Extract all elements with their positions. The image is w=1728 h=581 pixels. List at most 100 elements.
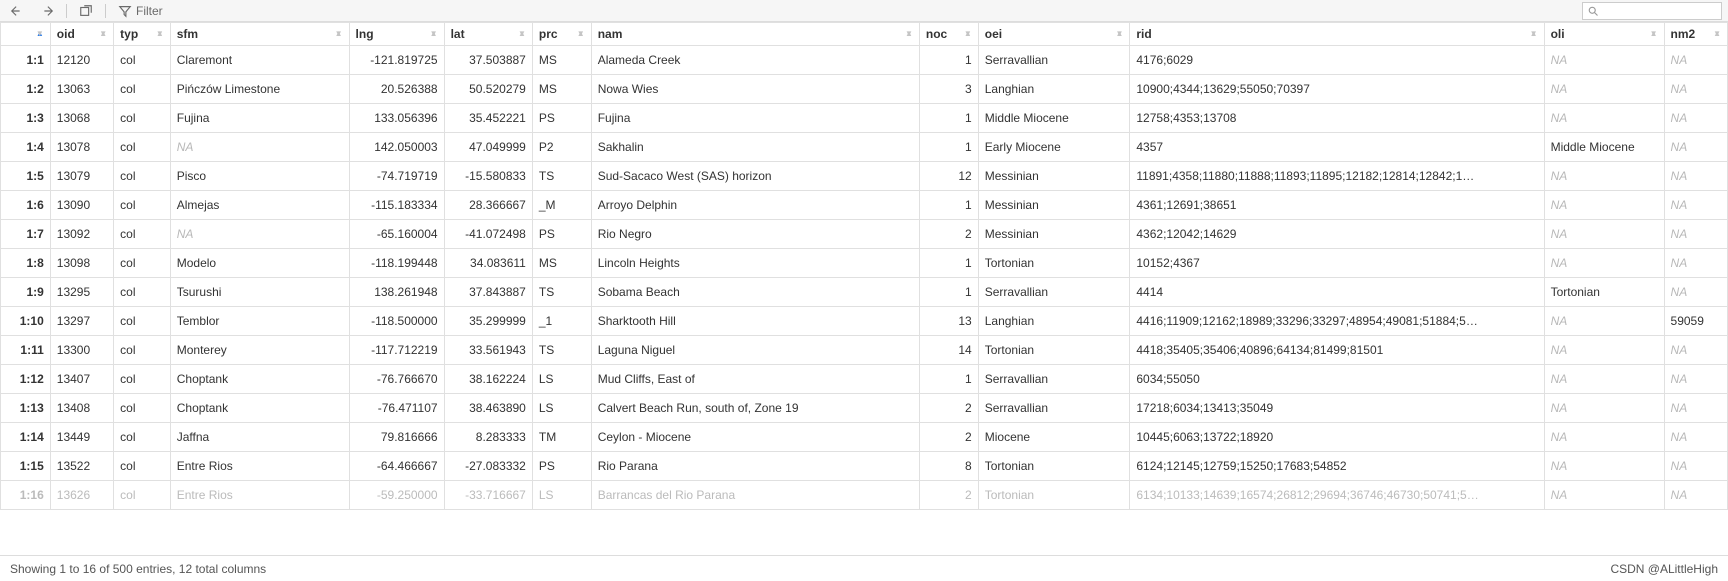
- column-header-typ[interactable]: typ▲▼: [114, 23, 171, 46]
- column-header-oli[interactable]: oli▲▼: [1544, 23, 1664, 46]
- table-row[interactable]: 1:1313408colChoptank-76.47110738.463890L…: [1, 394, 1728, 423]
- cell-lng: -76.766670: [349, 365, 444, 394]
- cell-rownum: 1:2: [1, 75, 51, 104]
- column-header-lng[interactable]: lng▲▼: [349, 23, 444, 46]
- table-row[interactable]: 1:713092colNA-65.160004-41.072498PSRio N…: [1, 220, 1728, 249]
- column-header-lat[interactable]: lat▲▼: [444, 23, 532, 46]
- cell-typ: col: [114, 394, 171, 423]
- cell-sfm: Pisco: [170, 162, 349, 191]
- cell-noc: 1: [919, 104, 978, 133]
- cell-noc: 1: [919, 365, 978, 394]
- cell-oei: Miocene: [978, 423, 1130, 452]
- cell-oei: Serravallian: [978, 394, 1130, 423]
- cell-nm2: NA: [1664, 423, 1727, 452]
- cell-nm2: NA: [1664, 104, 1727, 133]
- column-label: prc: [539, 27, 558, 41]
- cell-oli: NA: [1544, 481, 1664, 510]
- cell-typ: col: [114, 278, 171, 307]
- table-row[interactable]: 1:1413449colJaffna79.8166668.283333TMCey…: [1, 423, 1728, 452]
- column-header-oei[interactable]: oei▲▼: [978, 23, 1130, 46]
- search-box[interactable]: [1582, 2, 1722, 20]
- cell-sfm: Fujina: [170, 104, 349, 133]
- status-bar: Showing 1 to 16 of 500 entries, 12 total…: [0, 555, 1728, 581]
- column-header-prc[interactable]: prc▲▼: [532, 23, 591, 46]
- cell-rid: 4418;35405;35406;40896;64134;81499;81501: [1130, 336, 1544, 365]
- column-header-nam[interactable]: nam▲▼: [591, 23, 919, 46]
- cell-rownum: 1:11: [1, 336, 51, 365]
- cell-noc: 12: [919, 162, 978, 191]
- popout-button[interactable]: [75, 2, 97, 20]
- cell-typ: col: [114, 249, 171, 278]
- table-row[interactable]: 1:112120colClaremont-121.81972537.503887…: [1, 46, 1728, 75]
- table-row[interactable]: 1:313068colFujina133.05639635.452221PSFu…: [1, 104, 1728, 133]
- cell-nam: Sharktooth Hill: [591, 307, 919, 336]
- cell-rid: 11891;4358;11880;11888;11893;11895;12182…: [1130, 162, 1544, 191]
- arrow-left-icon: [10, 4, 24, 18]
- column-label: oli: [1551, 27, 1565, 41]
- nav-back-button[interactable]: [6, 2, 28, 20]
- table-row[interactable]: 1:613090colAlmejas-115.18333428.366667_M…: [1, 191, 1728, 220]
- cell-noc: 1: [919, 133, 978, 162]
- table-row[interactable]: 1:1613626colEntre Rios-59.250000-33.7166…: [1, 481, 1728, 510]
- table-row[interactable]: 1:513079colPisco-74.719719-15.580833TSSu…: [1, 162, 1728, 191]
- table-row[interactable]: 1:1213407colChoptank-76.76667038.162224L…: [1, 365, 1728, 394]
- table-row[interactable]: 1:1013297colTemblor-118.50000035.299999_…: [1, 307, 1728, 336]
- cell-rownum: 1:3: [1, 104, 51, 133]
- cell-lng: -118.500000: [349, 307, 444, 336]
- filter-button[interactable]: Filter: [114, 2, 167, 20]
- cell-nam: Arroyo Delphin: [591, 191, 919, 220]
- cell-nm2: NA: [1664, 452, 1727, 481]
- cell-oei: Serravallian: [978, 365, 1130, 394]
- cell-typ: col: [114, 46, 171, 75]
- cell-lng: -118.199448: [349, 249, 444, 278]
- cell-lat: -33.716667: [444, 481, 532, 510]
- cell-rid: 12758;4353;13708: [1130, 104, 1544, 133]
- column-header-oid[interactable]: oid▲▼: [50, 23, 113, 46]
- cell-typ: col: [114, 75, 171, 104]
- column-header-rownum[interactable]: ▲▼: [1, 23, 51, 46]
- cell-typ: col: [114, 162, 171, 191]
- column-header-rid[interactable]: rid▲▼: [1130, 23, 1544, 46]
- cell-lat: 8.283333: [444, 423, 532, 452]
- cell-lng: -117.712219: [349, 336, 444, 365]
- cell-oei: Messinian: [978, 162, 1130, 191]
- nav-forward-button[interactable]: [36, 2, 58, 20]
- table-row[interactable]: 1:1513522colEntre Rios-64.466667-27.0833…: [1, 452, 1728, 481]
- cell-rid: 6124;12145;12759;15250;17683;54852: [1130, 452, 1544, 481]
- cell-rid: 10152;4367: [1130, 249, 1544, 278]
- table-row[interactable]: 1:213063colPińczów Limestone20.52638850.…: [1, 75, 1728, 104]
- cell-lng: -64.466667: [349, 452, 444, 481]
- table-row[interactable]: 1:813098colModelo-118.19944834.083611MSL…: [1, 249, 1728, 278]
- table-row[interactable]: 1:913295colTsurushi138.26194837.843887TS…: [1, 278, 1728, 307]
- cell-rownum: 1:10: [1, 307, 51, 336]
- cell-lng: 138.261948: [349, 278, 444, 307]
- column-header-nm2[interactable]: nm2▲▼: [1664, 23, 1727, 46]
- cell-sfm: Claremont: [170, 46, 349, 75]
- cell-nam: Sud-Sacaco West (SAS) horizon: [591, 162, 919, 191]
- table-row[interactable]: 1:413078colNA142.05000347.049999P2Sakhal…: [1, 133, 1728, 162]
- search-icon: [1587, 5, 1599, 17]
- cell-oid: 13522: [50, 452, 113, 481]
- cell-nm2: NA: [1664, 191, 1727, 220]
- cell-nm2: NA: [1664, 133, 1727, 162]
- cell-rid: 4176;6029: [1130, 46, 1544, 75]
- cell-oli: NA: [1544, 452, 1664, 481]
- cell-noc: 1: [919, 46, 978, 75]
- cell-prc: PS: [532, 220, 591, 249]
- cell-lat: 34.083611: [444, 249, 532, 278]
- column-header-sfm[interactable]: sfm▲▼: [170, 23, 349, 46]
- table-row[interactable]: 1:1113300colMonterey-117.71221933.561943…: [1, 336, 1728, 365]
- cell-rownum: 1:8: [1, 249, 51, 278]
- cell-rid: 10445;6063;13722;18920: [1130, 423, 1544, 452]
- cell-oei: Langhian: [978, 307, 1130, 336]
- column-header-noc[interactable]: noc▲▼: [919, 23, 978, 46]
- cell-nam: Sakhalin: [591, 133, 919, 162]
- cell-lat: 38.162224: [444, 365, 532, 394]
- cell-nm2: NA: [1664, 481, 1727, 510]
- cell-sfm: Temblor: [170, 307, 349, 336]
- search-input[interactable]: [1601, 4, 1717, 18]
- table-scroll-area[interactable]: ▲▼oid▲▼typ▲▼sfm▲▼lng▲▼lat▲▼prc▲▼nam▲▼noc…: [0, 22, 1728, 555]
- cell-sfm: Tsurushi: [170, 278, 349, 307]
- cell-lat: 33.561943: [444, 336, 532, 365]
- toolbar-separator: [105, 4, 106, 18]
